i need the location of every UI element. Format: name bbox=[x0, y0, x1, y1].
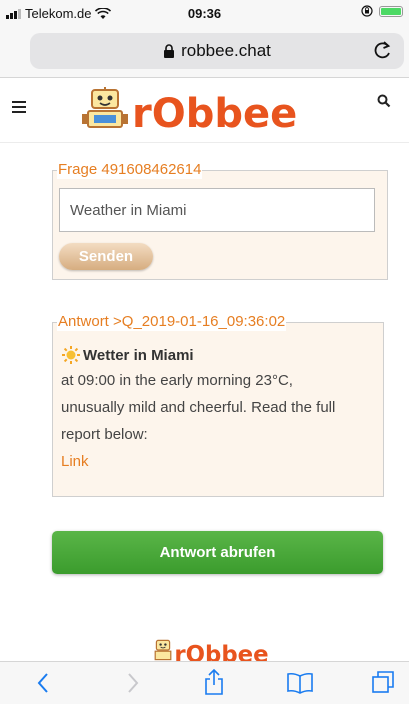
url-text: robbee.chat bbox=[181, 41, 271, 60]
orientation-lock-icon bbox=[361, 5, 373, 17]
bookmarks-icon[interactable] bbox=[286, 672, 314, 694]
answer-content: Wetter in Miami at 09:00 in the early mo… bbox=[61, 343, 377, 475]
back-icon[interactable] bbox=[36, 672, 50, 694]
browser-toolbar bbox=[0, 661, 409, 704]
forward-icon[interactable] bbox=[126, 672, 140, 694]
reload-icon[interactable] bbox=[374, 40, 392, 60]
question-fieldset: Frage 491608462614 Senden bbox=[52, 161, 388, 280]
share-icon[interactable] bbox=[203, 668, 225, 696]
send-button[interactable]: Senden bbox=[59, 243, 153, 270]
weather-title-row: Wetter in Miami bbox=[61, 343, 377, 367]
browser-top-chrome: Telekom.de 09:36 robbee.chat bbox=[0, 0, 409, 78]
svg-text:rObbee: rObbee bbox=[132, 91, 297, 134]
weather-title: Wetter in Miami bbox=[83, 346, 194, 364]
svg-text:rObbee: rObbee bbox=[174, 642, 268, 662]
site-header: rObbee bbox=[0, 78, 409, 143]
question-legend: Frage 491608462614 bbox=[57, 161, 203, 179]
answer-fieldset: Antwort >Q_2019-01-16_09:36:02 Wetter in… bbox=[52, 313, 384, 497]
answer-line-3: report below: bbox=[61, 426, 148, 443]
robbee-logo[interactable]: rObbee bbox=[80, 86, 360, 134]
status-bar: Telekom.de 09:36 bbox=[0, 0, 409, 28]
tabs-icon[interactable] bbox=[371, 670, 397, 694]
status-right bbox=[361, 5, 403, 17]
answer-line-2: unusually mild and cheerful. Read the fu… bbox=[61, 399, 336, 416]
status-time: 09:36 bbox=[187, 6, 222, 21]
sun-icon bbox=[62, 346, 80, 364]
footer-logo: rObbee bbox=[154, 639, 269, 662]
search-icon[interactable] bbox=[377, 94, 391, 108]
answer-line-1: at 09:00 in the early morning 23°C, bbox=[61, 372, 293, 389]
url-bar[interactable]: robbee.chat bbox=[30, 33, 404, 69]
battery-icon bbox=[379, 5, 403, 17]
fetch-answer-button[interactable]: Antwort abrufen bbox=[52, 531, 383, 574]
answer-legend: Antwort >Q_2019-01-16_09:36:02 bbox=[57, 313, 287, 331]
menu-icon[interactable] bbox=[12, 101, 26, 116]
report-link[interactable]: Link bbox=[61, 448, 377, 475]
lock-icon bbox=[164, 44, 175, 58]
question-input[interactable] bbox=[59, 188, 375, 232]
